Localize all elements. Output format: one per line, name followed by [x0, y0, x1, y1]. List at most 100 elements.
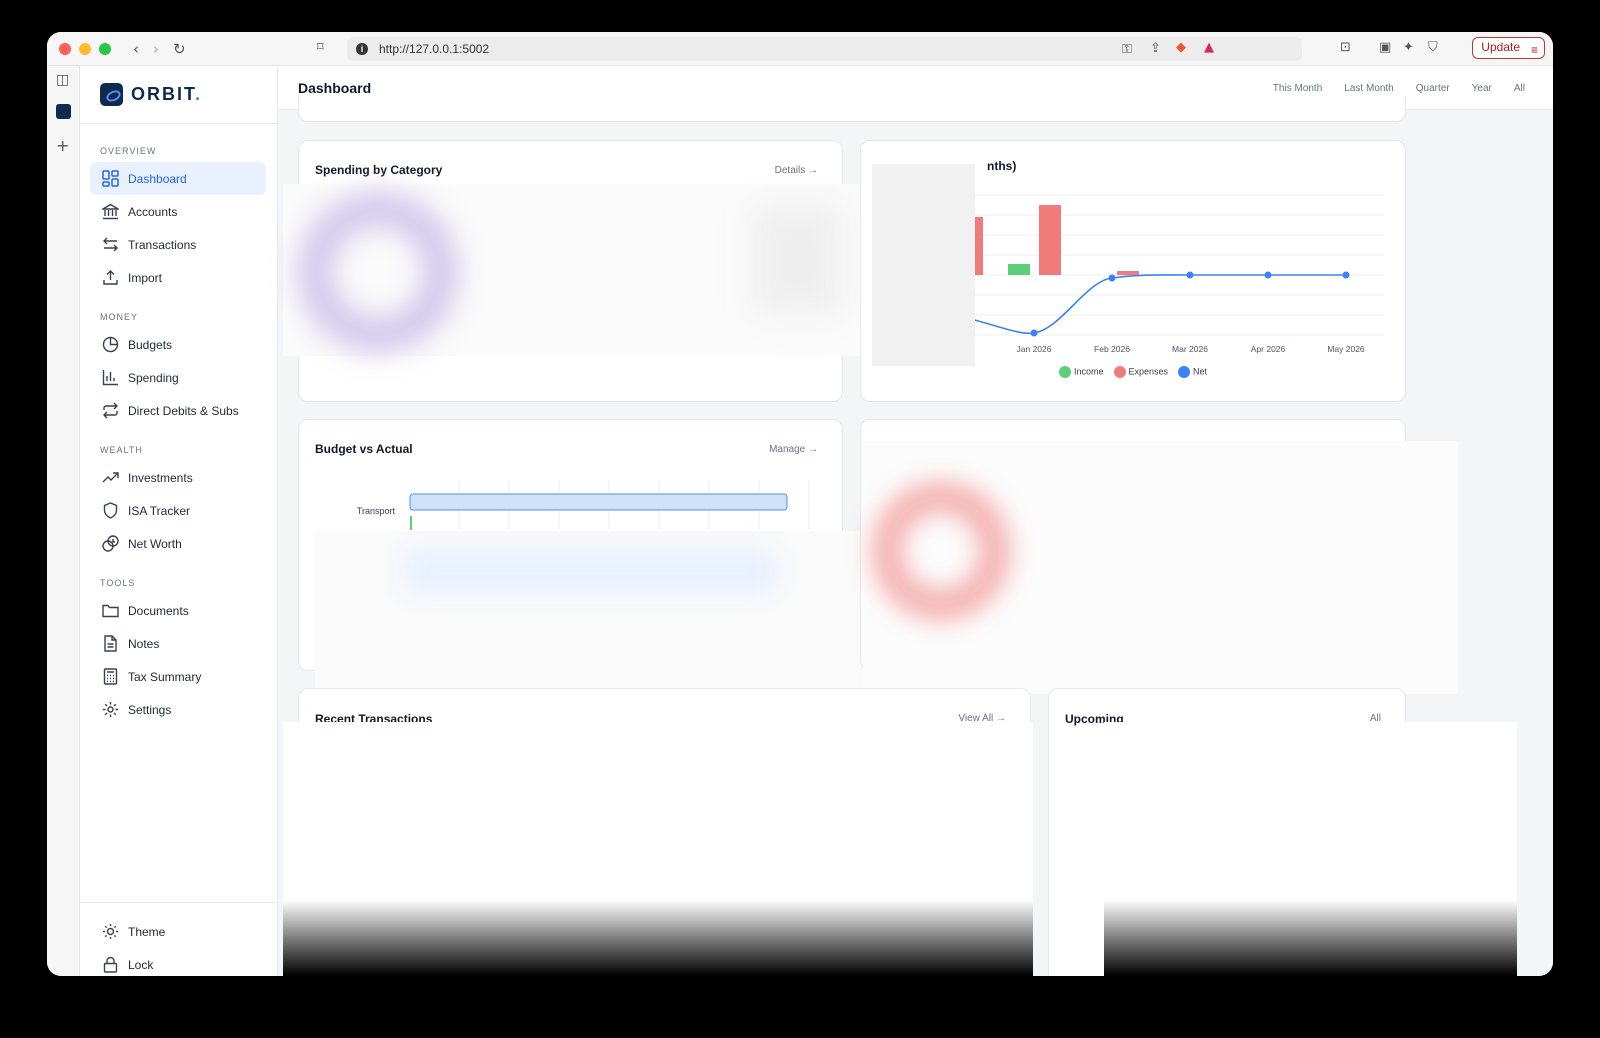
coins-icon	[101, 535, 119, 553]
arrows-swap-icon	[101, 236, 119, 254]
tab-favicon-icon[interactable]	[56, 104, 71, 119]
legend-income: Income	[1059, 366, 1104, 378]
sidebar-item-label: Notes	[128, 636, 160, 651]
reader-icon[interactable]: ⊡	[1340, 40, 1351, 55]
redacted-region	[1104, 722, 1517, 976]
ai-sparkle-icon[interactable]: ✦	[1403, 40, 1414, 55]
sidebar-item-label: Documents	[128, 603, 189, 618]
net-point	[1030, 329, 1038, 337]
manage-link[interactable]: Manage →	[769, 444, 818, 455]
sidebar-item-label: Budgets	[128, 337, 173, 352]
reload-icon[interactable]: ↻	[173, 40, 186, 58]
sidebar-item-label: Lock	[128, 957, 154, 972]
sidebar-item-budgets[interactable]: Budgets	[90, 328, 266, 361]
budget-chart	[409, 480, 810, 530]
sidebar-item-label: Net Worth	[128, 536, 182, 551]
repeat-icon	[101, 402, 119, 420]
update-button[interactable]: Update ≡	[1472, 37, 1545, 59]
budget-bar	[409, 493, 788, 511]
redacted-region	[283, 722, 1033, 976]
sidebar-item-notes[interactable]: Notes	[90, 627, 266, 660]
sidebar-item-label: Tax Summary	[128, 669, 202, 684]
legend-net: Net	[1178, 366, 1207, 378]
close-window-button[interactable]	[59, 42, 71, 55]
period-last-month[interactable]: Last Month	[1344, 83, 1393, 94]
net-line	[970, 274, 1346, 335]
share-icon[interactable]: ⇪	[1150, 41, 1161, 56]
logo[interactable]: ORBIT.	[100, 83, 202, 106]
sidebar-item-isa-tracker[interactable]: ISA Tracker	[90, 494, 266, 527]
section-label-wealth: WEALTH	[100, 445, 143, 455]
brave-shield-icon[interactable]: ◆	[1176, 40, 1186, 55]
actual-bar	[410, 516, 412, 530]
redacted-region	[283, 184, 863, 356]
upload-icon	[101, 269, 119, 287]
address-bar[interactable]: i http://127.0.0.1:5002 ⚿ ⇪ ◆ ▲	[347, 37, 1302, 61]
sidebar-item-label: ISA Tracker	[128, 503, 191, 518]
minimize-window-button[interactable]	[79, 42, 91, 55]
dashboard-icon	[101, 170, 119, 188]
x-tick-label: May 2026	[1327, 344, 1365, 354]
window-controls	[59, 42, 111, 55]
sidebar-item-spending[interactable]: Spending	[90, 361, 266, 394]
period-this-month[interactable]: This Month	[1273, 83, 1322, 94]
sidebar-item-lock[interactable]: Lock	[90, 948, 266, 976]
net-point	[1264, 271, 1272, 279]
sidebar-item-transactions[interactable]: Transactions	[90, 228, 266, 261]
expenses-bar	[1117, 271, 1139, 275]
sidebar-item-theme[interactable]: Theme	[90, 915, 266, 948]
sun-icon	[101, 923, 119, 941]
calculator-icon	[101, 668, 119, 686]
x-tick-label: Feb 2026	[1094, 344, 1130, 354]
period-quarter[interactable]: Quarter	[1416, 83, 1450, 94]
sidebar-item-direct-debits[interactable]: Direct Debits & Subs	[90, 394, 266, 427]
budget-category-label: Transport	[356, 506, 395, 516]
sidebar-item-import[interactable]: Import	[90, 261, 266, 294]
logo-text: ORBIT.	[131, 84, 203, 104]
redacted-region	[315, 531, 865, 691]
vpn-shield-icon[interactable]: ⛉	[1428, 40, 1438, 55]
browser-toolbar: ‹ › ↻ ⌑ i http://127.0.0.1:5002 ⚿ ⇪ ◆ ▲ …	[47, 32, 1553, 66]
sidebar-item-investments[interactable]: Investments	[90, 461, 266, 494]
bookmark-icon[interactable]: ⌑	[317, 40, 324, 55]
chart-legend: Income Expenses Net	[1059, 366, 1207, 378]
forward-icon[interactable]: ›	[153, 40, 159, 58]
expenses-bar	[1039, 205, 1061, 275]
section-label-overview: OVERVIEW	[100, 146, 157, 156]
sidebar-item-label: Accounts	[128, 204, 178, 219]
sidebar-item-label: Settings	[128, 702, 172, 717]
sidebar-item-label: Transactions	[128, 237, 197, 252]
x-tick-label: Jan 2026	[1017, 344, 1052, 354]
sidebar-item-accounts[interactable]: Accounts	[90, 195, 266, 228]
net-point	[1342, 271, 1350, 279]
net-point	[1186, 271, 1194, 279]
gear-icon	[101, 701, 119, 719]
sidebar-item-dashboard[interactable]: Dashboard	[90, 162, 266, 195]
new-tab-icon[interactable]: +	[56, 136, 69, 155]
url-text: http://127.0.0.1:5002	[379, 42, 490, 56]
back-icon[interactable]: ‹	[133, 40, 139, 58]
details-link[interactable]: Details →	[775, 165, 818, 176]
sidebar-item-tax-summary[interactable]: Tax Summary	[90, 660, 266, 693]
folder-icon	[101, 602, 119, 620]
site-info-icon[interactable]: i	[356, 43, 368, 55]
sidebar-item-label: Theme	[128, 924, 166, 939]
panel-icon[interactable]: ◫	[56, 72, 69, 88]
period-selector: This Month Last Month Quarter Year All	[1273, 83, 1525, 94]
x-tick-label: Mar 2026	[1172, 344, 1208, 354]
key-icon[interactable]: ⚿	[1122, 42, 1132, 57]
sidebar-item-label: Direct Debits & Subs	[128, 403, 239, 418]
section-label-money: MONEY	[100, 312, 139, 322]
sidebar-item-documents[interactable]: Documents	[90, 594, 266, 627]
sidebar-toggle-icon[interactable]: ▣	[1379, 40, 1391, 55]
maximize-window-button[interactable]	[99, 42, 111, 55]
period-all[interactable]: All	[1514, 83, 1525, 94]
update-label: Update	[1481, 40, 1520, 54]
sidebar-item-net-worth[interactable]: Net Worth	[90, 527, 266, 560]
period-year[interactable]: Year	[1472, 83, 1492, 94]
income-bar	[1008, 264, 1030, 275]
rewards-icon[interactable]: ▲	[1204, 40, 1214, 55]
sidebar-item-settings[interactable]: Settings	[90, 693, 266, 726]
browser-side-strip: ◫ +	[47, 66, 80, 976]
logo-icon	[100, 83, 123, 106]
